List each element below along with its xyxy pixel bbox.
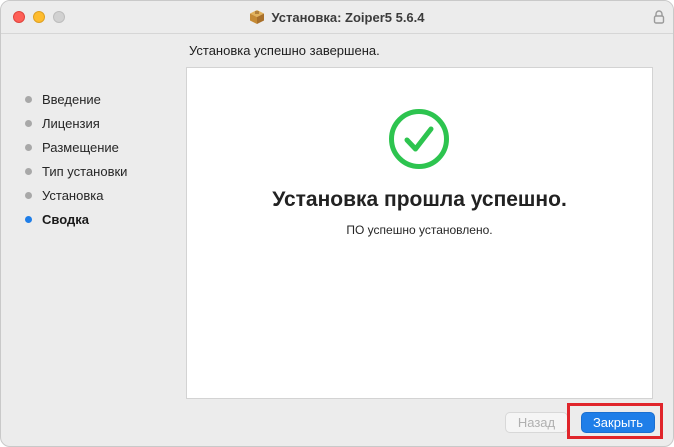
sidebar-item-label: Введение [42,91,101,107]
step-indicator-dot [25,143,32,151]
sidebar-item-installation: Установка [1,183,181,207]
step-indicator-dot [25,167,32,175]
sidebar-item-destination: Размещение [1,135,181,159]
step-indicator-dot [25,119,32,127]
content-panel: Установка прошла успешно. ПО успешно уст… [186,67,653,399]
success-heading: Установка прошла успешно. [272,188,567,211]
installer-window: Установка: Zoiper5 5.6.4 Установка успеш… [0,0,674,447]
sidebar-item-license: Лицензия [1,111,181,135]
sidebar-item-summary: Сводка [1,207,181,231]
title-bar: Установка: Zoiper5 5.6.4 [1,1,673,34]
package-icon [250,10,265,24]
sidebar-item-label: Тип установки [42,163,128,179]
sidebar-item-introduction: Введение [1,87,181,111]
sidebar-item-label: Лицензия [42,115,100,131]
step-indicator-dot [25,191,32,199]
installation-status-header: Установка успешно завершена. [189,43,380,58]
checkmark-circle-icon [389,109,449,169]
step-indicator-dot-active [25,215,32,223]
step-indicator-dot [25,95,32,103]
window-title: Установка: Zoiper5 5.6.4 [271,9,425,25]
success-message: ПО успешно установлено. [346,223,493,237]
lock-icon [653,10,665,24]
sidebar-item-label: Сводка [42,211,89,227]
sidebar-item-installation-type: Тип установки [1,159,181,183]
title-container: Установка: Zoiper5 5.6.4 [1,1,673,33]
sidebar-item-label: Размещение [42,139,119,155]
back-button[interactable]: Назад [505,412,568,433]
sidebar-item-label: Установка [42,187,104,203]
steps-sidebar: Введение Лицензия Размещение Тип установ… [1,87,181,231]
highlight-annotation [567,403,663,439]
